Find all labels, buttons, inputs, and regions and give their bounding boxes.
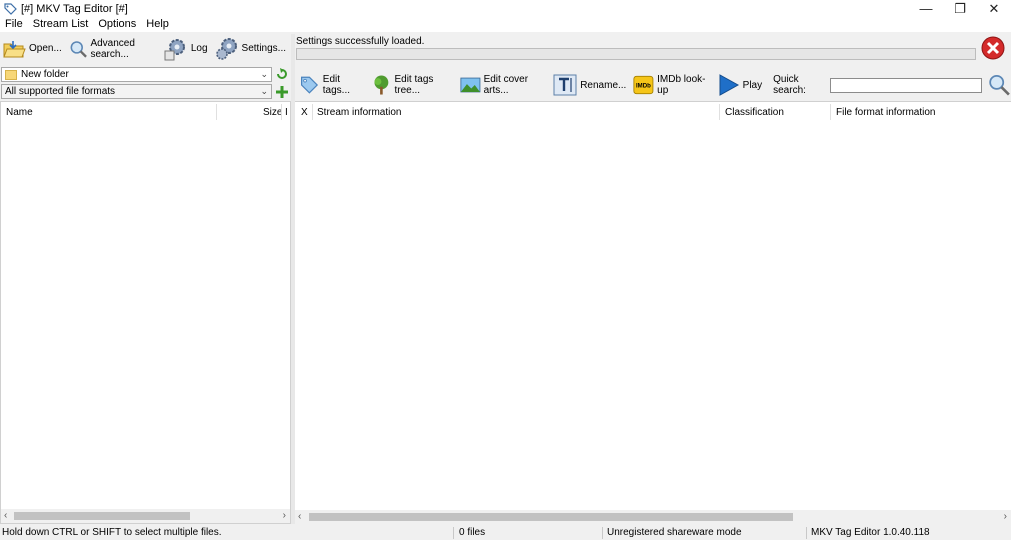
column-header-info[interactable]: I [285, 102, 288, 122]
file-format-filter-combo[interactable]: All supported file formats ⌄ [1, 84, 272, 99]
log-gear-icon [164, 38, 185, 60]
file-list[interactable]: Name Size I ‹ › [0, 101, 291, 524]
play-label: Play [742, 79, 763, 91]
folder-combo-value: New folder [21, 69, 69, 80]
restore-button[interactable]: ❐ [943, 0, 977, 17]
settings-button[interactable]: Settings... [213, 36, 288, 62]
play-icon [719, 74, 739, 96]
chevron-down-icon: ⌄ [260, 86, 268, 96]
tree-icon [374, 75, 389, 95]
add-icon[interactable] [275, 85, 289, 99]
status-divider [806, 527, 807, 539]
imdb-icon: IMDb [633, 75, 654, 95]
rename-text-icon [553, 74, 577, 96]
column-header-classification[interactable]: Classification [725, 102, 784, 122]
folder-combo[interactable]: New folder ⌄ [1, 67, 272, 82]
menu-options[interactable]: Options [93, 17, 141, 32]
column-header-stream-information[interactable]: Stream information [317, 102, 401, 122]
scroll-right-icon[interactable]: › [283, 509, 286, 523]
status-message: Settings successfully loaded. [296, 36, 425, 47]
search-icon[interactable] [988, 72, 1011, 98]
advanced-search-button[interactable]: Advanced search... [67, 36, 159, 62]
column-header-name[interactable]: Name [6, 102, 33, 122]
filter-combo-value: All supported file formats [5, 86, 116, 97]
status-version: MKV Tag Editor 1.0.40.118 [811, 527, 930, 538]
column-divider[interactable] [216, 104, 217, 120]
log-button[interactable]: Log [162, 36, 210, 62]
tag-icon [300, 76, 319, 94]
window-title: [#] MKV Tag Editor [#] [21, 2, 128, 15]
status-hint: Hold down CTRL or SHIFT to select multip… [2, 527, 222, 538]
stream-table[interactable]: X Stream information Classification File… [295, 101, 1011, 524]
status-divider [602, 527, 603, 539]
imdb-lookup-label: IMDb look-up [657, 74, 706, 96]
open-folder-icon [3, 40, 26, 57]
menu-help[interactable]: Help [141, 17, 174, 32]
scroll-left-icon[interactable]: ‹ [4, 509, 7, 523]
left-toolbar: Open... Advanced search... Log Settings.… [0, 34, 291, 63]
status-divider [453, 527, 454, 539]
column-divider[interactable] [719, 104, 720, 120]
edit-tags-button[interactable]: Edit tags... [297, 72, 366, 98]
log-label: Log [190, 43, 208, 54]
scrollbar-thumb[interactable] [309, 513, 793, 521]
rename-button[interactable]: Rename... [551, 72, 628, 98]
status-file-count: 0 files [459, 527, 486, 538]
open-label: Open... [29, 43, 62, 54]
edit-tags-tree-button[interactable]: Edit tags tree... [369, 72, 455, 98]
progress-bar [296, 48, 976, 60]
edit-cover-arts-label: Edit cover arts... [483, 74, 529, 96]
status-bar: Hold down CTRL or SHIFT to select multip… [0, 526, 1011, 540]
scroll-right-icon[interactable]: › [1004, 510, 1007, 524]
column-divider[interactable] [830, 104, 831, 120]
right-toolbar: Edit tags... Edit tags tree... Edit cove… [297, 70, 1011, 100]
menu-file[interactable]: File [0, 17, 28, 32]
edit-tags-tree-label: Edit tags tree... [394, 74, 434, 96]
status-mode: Unregistered shareware mode [607, 527, 742, 538]
imdb-lookup-button[interactable]: IMDb IMDb look-up [631, 72, 710, 98]
quick-search-input[interactable] [830, 77, 983, 93]
chevron-down-icon: ⌄ [260, 69, 268, 79]
column-header-x[interactable]: X [301, 102, 308, 122]
stop-icon[interactable] [981, 36, 1005, 60]
edit-tags-label: Edit tags... [322, 74, 351, 96]
magnifier-icon [70, 40, 87, 58]
imdb-badge-text: IMDb [636, 84, 651, 90]
horizontal-scrollbar[interactable]: ‹ › [1, 509, 290, 523]
column-header-file-format-information[interactable]: File format information [836, 102, 935, 122]
quick-search-label: Quick search: [773, 74, 806, 96]
scroll-left-icon[interactable]: ‹ [298, 510, 301, 524]
menu-bar: File Stream List Options Help [0, 17, 1011, 32]
refresh-icon[interactable] [275, 67, 289, 81]
minimize-button[interactable]: — [909, 0, 943, 17]
picture-icon [460, 77, 481, 93]
tag-app-icon [4, 2, 17, 15]
scrollbar-thumb[interactable] [14, 512, 190, 520]
title-bar: [#] MKV Tag Editor [#] — ❐ ✕ [0, 0, 1011, 17]
settings-label: Settings... [241, 43, 286, 54]
column-header-size[interactable]: Size [263, 102, 282, 122]
advanced-search-label: Advanced search... [90, 37, 135, 60]
folder-icon [5, 69, 17, 80]
menu-stream-list[interactable]: Stream List [28, 17, 94, 32]
play-button[interactable]: Play [714, 72, 764, 98]
gear-icon [215, 37, 237, 60]
column-divider[interactable] [312, 104, 313, 120]
horizontal-scrollbar[interactable]: ‹ › [295, 510, 1011, 524]
edit-cover-arts-button[interactable]: Edit cover arts... [458, 72, 548, 98]
column-divider[interactable] [281, 104, 282, 120]
rename-label: Rename... [580, 79, 627, 91]
open-button[interactable]: Open... [0, 36, 64, 62]
close-button[interactable]: ✕ [977, 0, 1011, 17]
